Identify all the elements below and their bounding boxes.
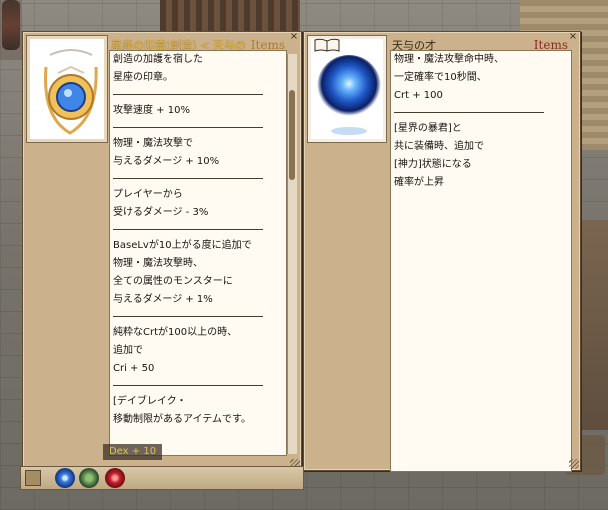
description-separator — [113, 94, 263, 95]
item-description-box: 物理・魔法攻撃命中時、 一定確率で10秒間、 Crt + 100 [星界の暴君]と共に… — [390, 50, 572, 472]
open-book-icon — [314, 38, 340, 52]
description-line: 攻撃速度 + 10% — [113, 105, 190, 116]
item-description-text: 物理・魔法攻撃命中時、 一定確率で10秒間、 Crt + 100 [星界の暴君]と共に… — [394, 51, 559, 471]
wall-left — [0, 0, 22, 60]
item-description-text: 創造の加護を宿した 星座の印章。攻撃速度 + 10% 物理・魔法攻撃で与えるダメージ… — [113, 51, 278, 455]
item-info-window-right[interactable]: 天与の才 Items × 物理・魔法攻撃命中時、 一定確率で10秒間、 Crt + … — [303, 31, 581, 472]
description-line: [神力]状態になる — [394, 159, 472, 170]
description-line: 一定確率で10秒間、 — [394, 72, 487, 83]
description-line: Crt + 100 — [394, 90, 443, 101]
nebula-orb-icon — [317, 55, 381, 135]
description-line: 共に装備時、追加で — [394, 141, 484, 152]
description-separator — [113, 127, 263, 128]
description-line: 純粋なCrtが100以上の時、 — [113, 327, 238, 338]
description-separator — [113, 385, 263, 386]
description-line: 全ての属性のモンスターに — [113, 276, 233, 287]
description-line: 与えるダメージ + 1% — [113, 294, 213, 305]
roof-tiles — [160, 0, 300, 34]
description-separator — [113, 316, 263, 317]
green-plant-icon[interactable] — [79, 468, 99, 488]
blue-orb-icon[interactable] — [55, 468, 75, 488]
description-line: 創造の加護を宿した — [113, 54, 203, 65]
description-line: Cri + 50 — [113, 363, 155, 374]
item-description-box: 創造の加護を宿した 星座の印章。攻撃速度 + 10% 物理・魔法攻撃で与えるダメージ… — [109, 50, 287, 456]
description-separator — [113, 229, 263, 230]
item-info-window-left[interactable]: 星座の印章(創造) < 天与の Items × 創造の加護を宿した 星座の印章。攻… — [22, 31, 302, 471]
description-line: [デイブレイク・ — [113, 396, 187, 407]
close-icon[interactable]: × — [568, 32, 578, 42]
description-line: 移動制限があるアイテムです。 — [113, 414, 251, 425]
description-line: 確率が上昇 — [394, 177, 444, 188]
resize-grip-icon[interactable] — [569, 459, 579, 469]
description-scrollbar[interactable] — [287, 54, 297, 454]
description-line: 星座の印章。 — [113, 72, 173, 83]
description-separator — [113, 178, 263, 179]
close-icon[interactable]: × — [289, 32, 299, 42]
description-line: 物理・魔法攻撃で — [113, 138, 193, 149]
description-line: 物理・魔法攻撃命中時、 — [394, 54, 504, 65]
red-orb-icon[interactable] — [105, 468, 125, 488]
description-line: 物理・魔法攻撃時、 — [113, 258, 203, 269]
description-line: プレイヤーから — [113, 189, 183, 200]
stat-tooltip: Dex + 10 — [103, 444, 163, 460]
item-image — [30, 39, 104, 139]
description-line: 追加で — [113, 345, 143, 356]
item-image — [311, 39, 383, 139]
description-line: 与えるダメージ + 10% — [113, 156, 220, 167]
description-separator — [394, 112, 544, 113]
shortcut-bar-handle[interactable] — [25, 470, 41, 486]
description-line: [星界の暴君]と — [394, 123, 462, 134]
description-line: 受けるダメージ - 3% — [113, 207, 209, 218]
item-image-frame — [26, 35, 108, 143]
scrollbar-thumb[interactable] — [289, 90, 295, 180]
constellation-seal-icon — [44, 49, 98, 135]
shortcut-bar[interactable] — [20, 466, 304, 490]
description-line: BaseLvが10上がる度に追加で — [113, 240, 252, 251]
